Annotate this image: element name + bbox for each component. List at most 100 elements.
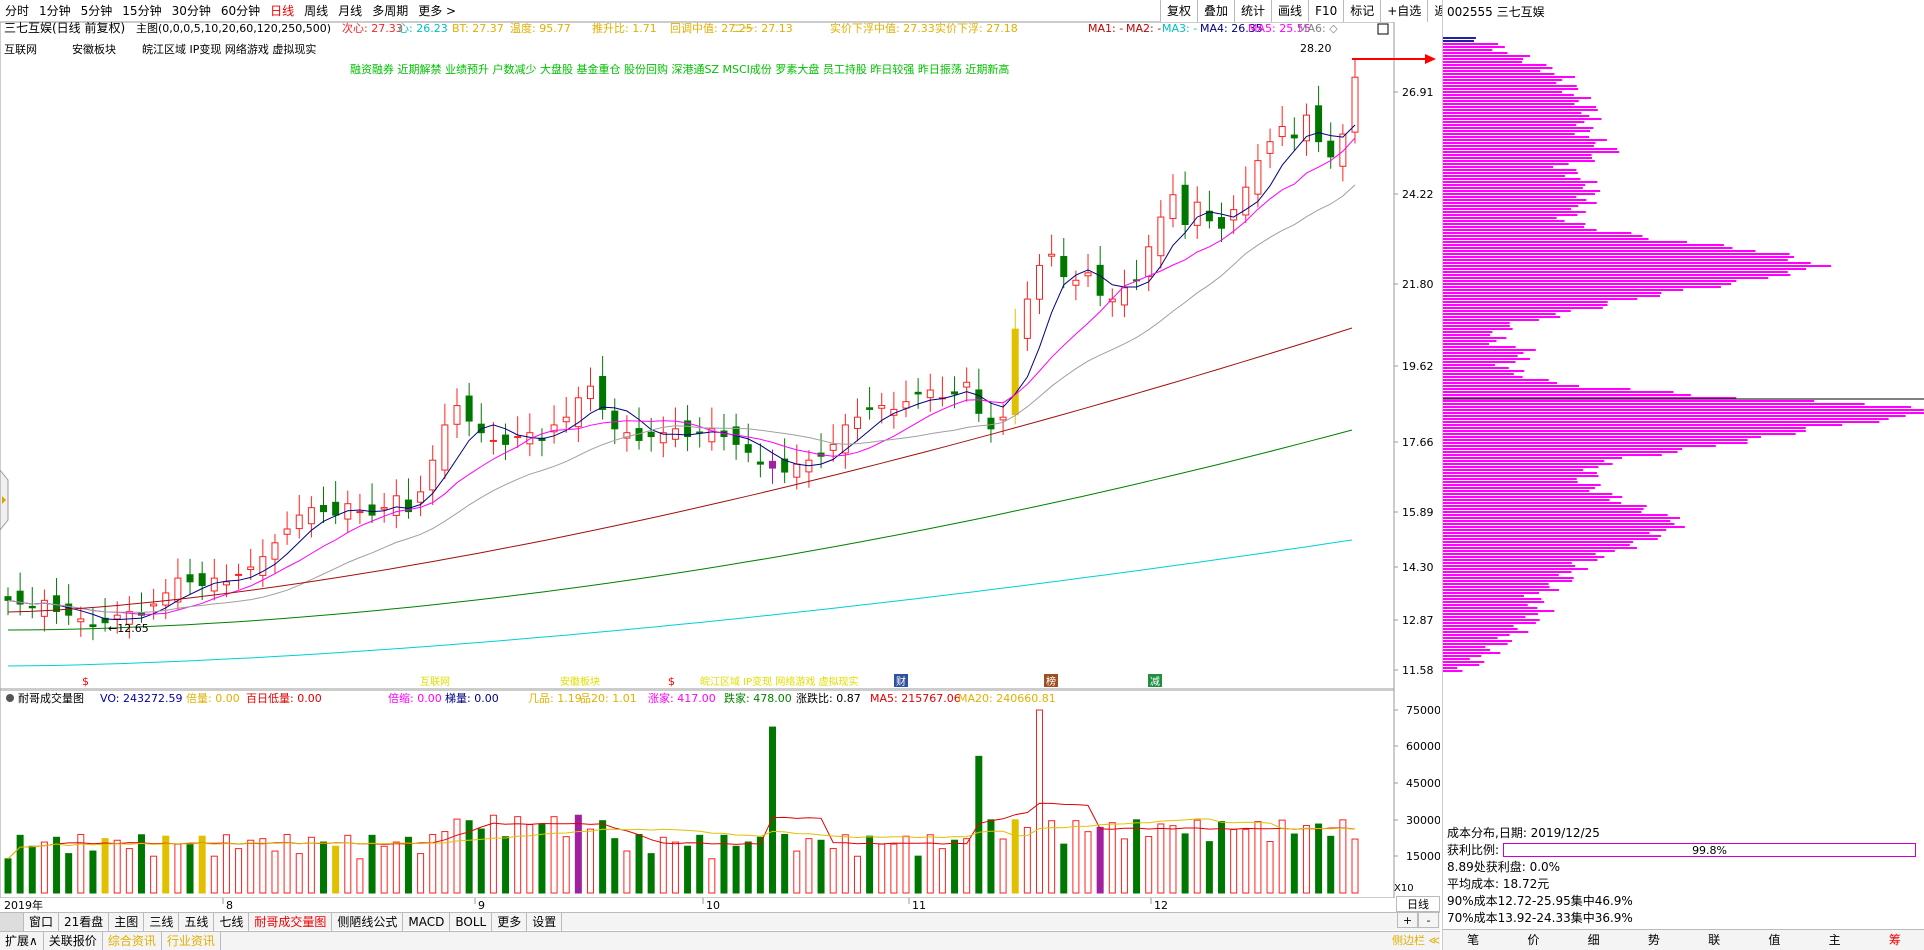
- zoom-button-2[interactable]: -: [1418, 912, 1439, 928]
- candle-body: [380, 507, 388, 510]
- info-tab-1[interactable]: 关联报价: [44, 932, 103, 950]
- period-tab-3[interactable]: 15分钟: [117, 2, 166, 19]
- volume-chart[interactable]: 耐哥成交量图 VO: 243272.59 倍量: 0.00 百日低量: 0.00 倍缩:…: [0, 688, 1440, 898]
- volume-bar: [1242, 828, 1250, 894]
- price-label-1: 24.22: [1402, 188, 1434, 201]
- profit-ratio-row: 获利比例: 99.8%: [1447, 841, 1917, 858]
- volume-bar: [174, 843, 182, 894]
- volume-bar: [878, 843, 886, 894]
- period-tab-0[interactable]: 分时: [0, 2, 34, 19]
- volume-label-1: 60000: [1406, 740, 1440, 753]
- tab-scroll-left[interactable]: [0, 912, 24, 931]
- volume-bar: [696, 834, 704, 894]
- right-tab-0[interactable]: 笔: [1443, 930, 1503, 950]
- toolbar-button-2[interactable]: 统计: [1234, 0, 1271, 22]
- concept-tag-2: 皖江区域 IP变现 网络游戏 虚拟现实: [142, 42, 316, 56]
- candle-body: [793, 463, 801, 478]
- profit-ratio-bar: 99.8%: [1503, 842, 1917, 857]
- toolbar-button-3[interactable]: 画线: [1271, 0, 1308, 22]
- right-tab-1[interactable]: 价: [1503, 930, 1563, 950]
- candle-body: [951, 391, 959, 395]
- indicator-tab-1[interactable]: 21看盘: [59, 912, 110, 931]
- candle-body: [1120, 287, 1128, 306]
- volume-bar: [1302, 825, 1310, 894]
- info-tab-2[interactable]: 综合资讯: [103, 932, 162, 950]
- volume-item-9: 涨跌比: 0.87: [796, 691, 861, 705]
- indicator-tab-9[interactable]: BOLL: [450, 912, 493, 931]
- volume-bar: [150, 855, 158, 894]
- candle-body: [235, 573, 243, 576]
- info-tab-3[interactable]: 行业资讯: [162, 932, 221, 950]
- volume-bar: [162, 835, 170, 894]
- toolbar-button-0[interactable]: 复权: [1160, 0, 1197, 22]
- volume-bar: [866, 835, 874, 894]
- zoom-button-1[interactable]: +: [1397, 912, 1418, 928]
- indicator-tab-0[interactable]: 窗口: [24, 912, 60, 931]
- right-tab-4[interactable]: 联: [1684, 930, 1744, 950]
- volume-bar: [1327, 835, 1335, 894]
- period-tab-6[interactable]: 日线: [265, 2, 299, 19]
- toolbar-button-1[interactable]: 叠加: [1197, 0, 1234, 22]
- period-tab-4[interactable]: 30分钟: [167, 2, 216, 19]
- volume-bar: [781, 833, 789, 894]
- volume-bar: [247, 839, 255, 894]
- volume-bar: [1108, 822, 1116, 894]
- period-tab-9[interactable]: 多周期: [367, 2, 413, 19]
- indicator-tab-11[interactable]: 设置: [527, 912, 563, 931]
- right-tab-6[interactable]: 主: [1805, 930, 1865, 950]
- period-tab-5[interactable]: 60分钟: [216, 2, 265, 19]
- maximize-icon[interactable]: [1377, 23, 1389, 35]
- period-tab-8[interactable]: 月线: [333, 2, 367, 19]
- zoom-button-0[interactable]: 日线: [1396, 896, 1440, 912]
- indicator-tab-10[interactable]: 更多: [492, 912, 528, 931]
- info-tab-0[interactable]: 扩展∧: [0, 932, 44, 950]
- candle-body: [611, 410, 619, 430]
- volume-bar: [635, 833, 643, 894]
- volume-bar: [332, 845, 340, 894]
- candle-body: [1290, 134, 1298, 139]
- volume-bar: [392, 841, 400, 894]
- right-tab-3[interactable]: 势: [1624, 930, 1684, 950]
- indicator-tab-4[interactable]: 五线: [179, 912, 215, 931]
- volume-bar: [708, 858, 716, 894]
- right-tab-7[interactable]: 筹: [1865, 930, 1924, 950]
- price-label-4: 17.66: [1402, 436, 1434, 449]
- candle-body: [756, 461, 764, 465]
- volume-collapse-icon[interactable]: [6, 694, 14, 702]
- period-tab-2[interactable]: 5分钟: [76, 2, 118, 19]
- main-chart-area[interactable]: 三七互娱(日线 前复权) 主图(0,0,0,5,10,20,60,120,250,…: [0, 20, 1440, 698]
- indicator-tab-7[interactable]: 侧陋线公式: [332, 912, 404, 931]
- indicator-tab-5[interactable]: 七线: [214, 912, 250, 931]
- price-label-6: 14.30: [1402, 561, 1434, 574]
- toolbar-button-5[interactable]: 标记: [1343, 0, 1380, 22]
- sidebar-toggle[interactable]: 侧边栏 ≪: [1390, 932, 1440, 949]
- volume-bar: [307, 836, 315, 894]
- period-tab-7[interactable]: 周线: [299, 2, 333, 19]
- right-tab-5[interactable]: 值: [1744, 930, 1804, 950]
- period-tab-1[interactable]: 1分钟: [34, 2, 76, 19]
- right-tab-2[interactable]: 细: [1564, 930, 1624, 950]
- candle-body: [174, 577, 182, 603]
- volume-bar: [1193, 819, 1201, 894]
- candle-body: [356, 511, 364, 514]
- header-item-2: BT: 27.37: [452, 22, 504, 35]
- toolbar-button-4[interactable]: F10: [1308, 0, 1343, 22]
- volume-bar: [28, 845, 36, 894]
- indicator-tab-6[interactable]: 耐哥成交量图: [249, 912, 333, 931]
- volume-item-1: 倍量: 0.00: [186, 691, 240, 705]
- toolbar-button-6[interactable]: +自选: [1380, 0, 1427, 22]
- period-tab-10[interactable]: 更多 >: [413, 2, 461, 19]
- candle-body: [429, 459, 437, 491]
- volume-bar: [53, 836, 61, 894]
- kline-chart[interactable]: 三七互娱(日线 前复权) 主图(0,0,0,5,10,20,60,120,250,…: [0, 20, 1440, 698]
- event-label-1: 互联网: [420, 676, 450, 688]
- indicator-tab-3[interactable]: 三线: [144, 912, 180, 931]
- candle-body: [417, 491, 425, 503]
- indicator-tab-8[interactable]: MACD: [403, 912, 451, 931]
- volume-bar: [477, 828, 485, 894]
- candle-body: [999, 416, 1007, 421]
- indicator-tab-2[interactable]: 主图: [109, 912, 145, 931]
- concept-tag-0: 互联网: [4, 43, 37, 56]
- event-label-5: 财: [896, 675, 906, 688]
- volume-bar: [1035, 709, 1043, 894]
